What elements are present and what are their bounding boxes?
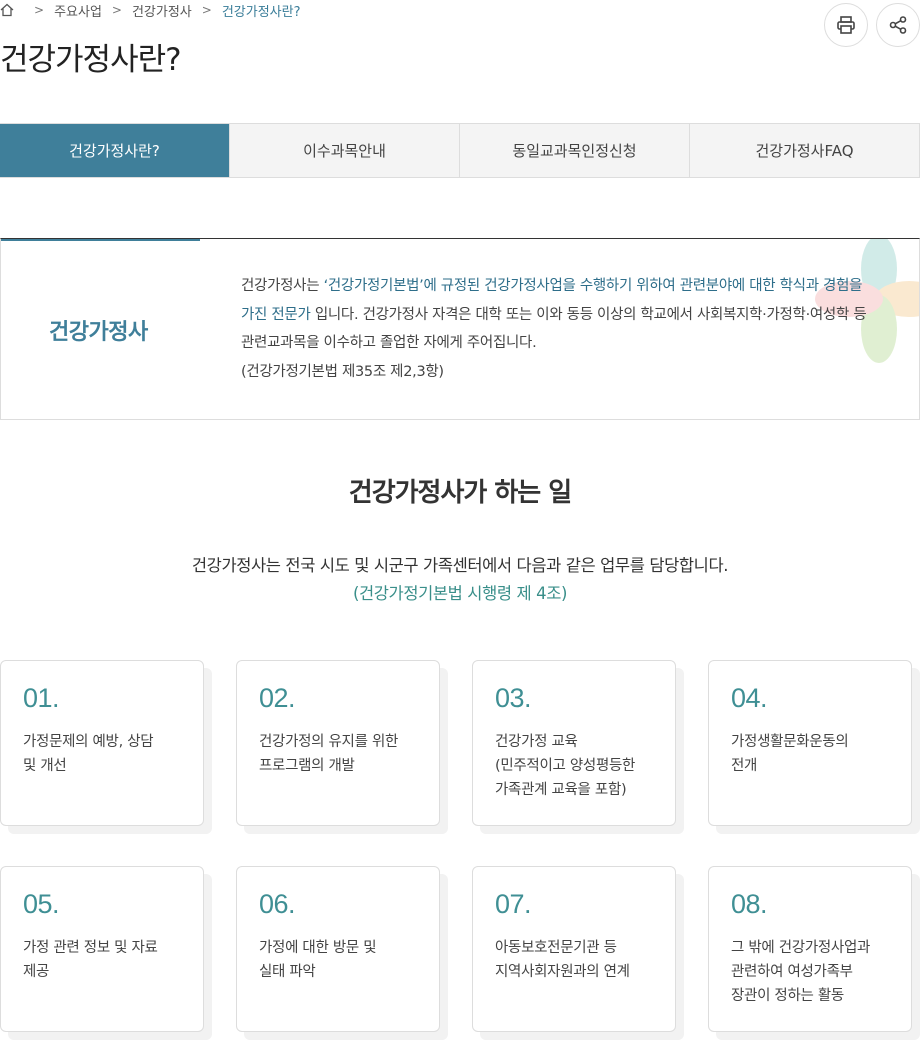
- duty-number: 02.: [259, 683, 296, 713]
- tab-bar: 건강가정사란? 이수과목안내 동일교과목인정신청 건강가정사FAQ: [0, 123, 920, 178]
- duty-text: 건강가정의 유지를 위한 프로그램의 개발: [259, 734, 399, 774]
- tab-about[interactable]: 건강가정사란?: [0, 124, 230, 177]
- tab-courses[interactable]: 이수과목안내: [230, 124, 460, 177]
- breadcrumb-item[interactable]: 건강가정사: [132, 1, 192, 20]
- duty-text: 가정 관련 정보 및 자료 제공: [23, 940, 158, 980]
- accent-bar: [1, 239, 200, 241]
- share-button[interactable]: [876, 3, 920, 47]
- chevron-right-icon: >: [111, 3, 122, 17]
- share-icon: [889, 16, 907, 34]
- duty-number: 06.: [259, 889, 296, 919]
- duty-number: 01.: [23, 683, 60, 713]
- duty-card: 01. 가정문제의 예방, 상담 및 개선: [0, 660, 204, 826]
- section-intro-reference: (건강가정기본법 시행령 제 4조): [352, 584, 568, 603]
- duty-text: 건강가정 교육 (민주적이고 양성평등한 가족관계 교육을 포함): [495, 734, 636, 798]
- duty-card: 04. 가정생활문화운동의 전개: [708, 660, 912, 826]
- definition-text-part: 건강가정사는: [241, 278, 324, 294]
- duty-number: 07.: [495, 889, 532, 919]
- breadcrumb: > 주요사업 > 건강가정사 > 건강가정사란?: [0, 0, 301, 20]
- duty-text: 그 밖에 건강가정사업과 관련하여 여성가족부 장관이 정하는 활동: [731, 940, 871, 1004]
- section-intro: 건강가정사는 전국 시도 및 시군구 가족센터에서 다음과 같은 업무를 담당합…: [191, 556, 729, 575]
- breadcrumb-item[interactable]: 주요사업: [54, 1, 102, 20]
- duty-card: 08. 그 밖에 건강가정사업과 관련하여 여성가족부 장관이 정하는 활동: [708, 866, 912, 1032]
- duty-text: 아동보호전문기관 등 지역사회자원과의 연계: [495, 940, 630, 980]
- duty-card: 07. 아동보호전문기관 등 지역사회자원과의 연계: [472, 866, 676, 1032]
- definition-text-part: 입니다. 건강가정사 자격은 대학 또는 이와 동등 이상의 학교에서 사회복지…: [241, 306, 867, 352]
- page-title: 건강가정사란?: [0, 42, 182, 78]
- duty-card: 06. 가정에 대한 방문 및 실태 파악: [236, 866, 440, 1032]
- chevron-right-icon: >: [34, 3, 45, 17]
- section-header: 건강가정사가 하는 일: [0, 472, 920, 515]
- duty-card: 02. 건강가정의 유지를 위한 프로그램의 개발: [236, 660, 440, 826]
- duty-number: 04.: [731, 683, 768, 713]
- definition-box: 건강가정사 건강가정사는 ‘건강가정기본법’에 규정된 건강가정사업을 수행하기…: [0, 238, 920, 420]
- duty-text: 가정문제의 예방, 상담 및 개선: [23, 734, 154, 774]
- duty-text: 가정에 대한 방문 및 실태 파악: [259, 940, 377, 980]
- print-button[interactable]: [824, 3, 868, 47]
- tab-faq[interactable]: 건강가정사FAQ: [690, 124, 920, 177]
- chevron-right-icon: >: [201, 3, 212, 17]
- definition-text: 건강가정사는 ‘건강가정기본법’에 규정된 건강가정사업을 수행하기 위하여 관…: [241, 272, 876, 386]
- duty-text: 가정생활문화운동의 전개: [731, 734, 849, 774]
- home-icon[interactable]: [0, 3, 14, 17]
- section-title-text: 건강가정사가 하는 일: [348, 478, 572, 508]
- definition-term: 건강가정사: [49, 320, 148, 345]
- breadcrumb-current: 건강가정사란?: [221, 4, 301, 20]
- definition-reference: (건강가정기본법 제35조 제2,3항): [241, 363, 444, 380]
- duty-card: 03. 건강가정 교육 (민주적이고 양성평등한 가족관계 교육을 포함): [472, 660, 676, 826]
- section-title: 건강가정사가 하는 일: [334, 472, 586, 515]
- tab-equivalence[interactable]: 동일교과목인정신청: [460, 124, 690, 177]
- duty-number: 05.: [23, 889, 60, 919]
- duty-number: 08.: [731, 889, 768, 919]
- duty-number: 03.: [495, 683, 532, 713]
- print-icon: [837, 16, 855, 34]
- duty-card: 05. 가정 관련 정보 및 자료 제공: [0, 866, 204, 1032]
